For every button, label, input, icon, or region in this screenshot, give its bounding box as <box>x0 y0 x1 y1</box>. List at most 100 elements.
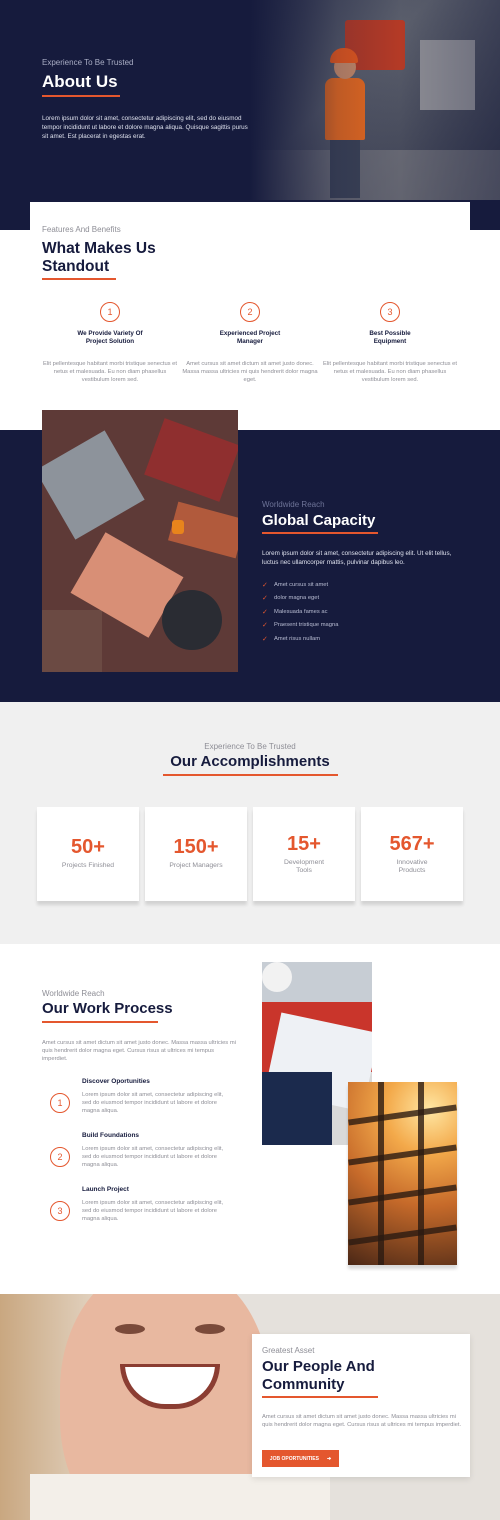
about-text: Lorem ipsum dolor sit amet, consectetur … <box>42 115 248 140</box>
features-title-line1: What Makes Us <box>42 240 156 257</box>
step-title: Build Foundations <box>82 1132 140 1139</box>
step-text: Lorem ipsum dolor sit amet, consectetur … <box>82 1200 224 1223</box>
feature-item: 1 We Provide Variety Of Project Solution… <box>40 302 180 385</box>
stat-value: 15+ <box>287 833 321 855</box>
stat-label-line1: Project Managers <box>169 862 223 869</box>
stat-label-line1: Innovative <box>396 859 428 866</box>
steel-frame-photo <box>348 1082 457 1265</box>
check-icon: ✓ <box>262 581 268 589</box>
stat-card: 15+ Development Tools <box>253 807 355 901</box>
worker-shirt <box>30 1474 330 1520</box>
capacity-title: Global Capacity <box>262 512 376 529</box>
worker-eye <box>195 1324 225 1334</box>
list-item: ✓ Amet cursus sit amet <box>262 578 338 592</box>
list-item-text: Amet risus nullam <box>274 635 321 642</box>
capacity-text: Lorem ipsum dolor sit amet, consectetur … <box>262 550 452 566</box>
stat-label-line2: Products <box>398 867 426 874</box>
stat-label: Development Tools <box>253 859 355 875</box>
feature-title-line2: Equipment <box>373 338 407 345</box>
stat-value: 150+ <box>173 836 219 858</box>
list-item: ✓ Malesuada fames ac <box>262 605 338 619</box>
stat-card: 150+ Project Managers <box>145 807 247 901</box>
list-item-text: Malesuada fames ac <box>274 608 328 615</box>
step-number-badge: 2 <box>50 1147 70 1167</box>
title-underline <box>262 532 378 534</box>
about-eyebrow: Experience To Be Trusted <box>42 58 134 67</box>
construction-worker-photo <box>250 0 500 200</box>
arrow-right-icon: ➔ <box>326 1455 332 1462</box>
check-icon: ✓ <box>262 595 268 603</box>
about-title: About Us <box>42 72 118 91</box>
stat-label: Innovative Products <box>361 859 463 875</box>
process-title: Our Work Process <box>42 1000 173 1017</box>
feature-number-badge: 1 <box>100 302 120 322</box>
list-item-text: Amet cursus sit amet <box>274 581 329 588</box>
stat-label-line1: Projects Finished <box>61 862 115 869</box>
features-title-line2: Standout <box>42 258 110 275</box>
title-underline <box>42 95 120 97</box>
feature-title: Best Possible Equipment <box>320 330 460 346</box>
people-card: Greatest Asset Our People And Community … <box>252 1334 470 1477</box>
people-text: Amet cursus sit amet dictum sit amet jus… <box>262 1414 462 1429</box>
feature-number-badge: 2 <box>240 302 260 322</box>
feature-text: Elit pellentesque habitant morbi tristiq… <box>42 361 178 384</box>
button-label: JOB OPORTUNITIES <box>269 1455 319 1462</box>
feature-title-line1: Best Possible <box>369 330 411 337</box>
step-title: Discover Oportunities <box>82 1078 150 1085</box>
accomplishments-eyebrow: Experience To Be Trusted <box>204 742 296 751</box>
about-hero-section: Experience To Be Trusted About Us Lorem … <box>0 0 500 230</box>
worker-eye <box>115 1324 145 1334</box>
feature-item: 3 Best Possible Equipment Elit pellentes… <box>320 302 460 385</box>
stat-value: 567+ <box>389 833 435 855</box>
feature-title-line1: We Provide Variety Of <box>77 330 143 337</box>
list-item-text: dolor magna eget <box>274 595 320 602</box>
step-text: Lorem ipsum dolor sit amet, consectetur … <box>82 1092 224 1115</box>
feature-text: Amet cursus sit amet dictum sit amet jus… <box>182 361 318 384</box>
accomplishments-section: Experience To Be Trusted Our Accomplishm… <box>0 702 500 944</box>
step-title: Launch Project <box>82 1186 129 1193</box>
features-card: Features And Benefits What Makes Us Stan… <box>30 202 470 430</box>
feature-title: We Provide Variety Of Project Solution <box>40 330 180 346</box>
feature-title: Experienced Project Manager <box>180 330 320 346</box>
people-title-line2: Community <box>262 1376 345 1393</box>
feature-title-line1: Experienced Project <box>219 330 281 337</box>
stat-label: Project Managers <box>145 862 247 870</box>
people-eyebrow: Greatest Asset <box>262 1346 315 1355</box>
list-item: ✓ dolor magna eget <box>262 592 338 606</box>
features-title: What Makes Us Standout <box>42 240 156 276</box>
stat-value: 50+ <box>71 836 105 858</box>
check-icon: ✓ <box>262 622 268 630</box>
feature-number-badge: 3 <box>380 302 400 322</box>
feature-title-line2: Manager <box>237 338 263 345</box>
capacity-eyebrow: Worldwide Reach <box>262 500 325 509</box>
stat-label: Projects Finished <box>37 862 139 870</box>
process-eyebrow: Worldwide Reach <box>42 989 105 998</box>
list-item-text: Praesent tristique magna <box>274 622 339 629</box>
title-underline <box>42 278 116 280</box>
title-underline <box>262 1396 378 1398</box>
capacity-list: ✓ Amet cursus sit amet ✓ dolor magna eget … <box>262 578 338 646</box>
people-title-line1: Our People And <box>262 1358 375 1375</box>
step-number-badge: 3 <box>50 1201 70 1221</box>
list-item: ✓ Praesent tristique magna <box>262 619 338 633</box>
aerial-site-photo <box>42 410 238 672</box>
list-item: ✓ Amet risus nullam <box>262 632 338 646</box>
check-icon: ✓ <box>262 608 268 616</box>
job-opportunities-button[interactable]: JOB OPORTUNITIES ➔ <box>262 1450 339 1467</box>
stat-card: 567+ Innovative Products <box>361 807 463 901</box>
feature-title-line2: Project Solution <box>85 338 135 345</box>
title-underline <box>42 1021 158 1023</box>
people-title: Our People And Community <box>262 1358 375 1394</box>
feature-item: 2 Experienced Project Manager Amet cursu… <box>180 302 320 385</box>
stat-label-line2: Tools <box>296 867 312 874</box>
step-text: Lorem ipsum dolor sit amet, consectetur … <box>82 1146 224 1169</box>
stat-card: 50+ Projects Finished <box>37 807 139 901</box>
accomplishments-title: Our Accomplishments <box>170 753 330 770</box>
features-eyebrow: Features And Benefits <box>42 225 121 234</box>
feature-text: Elit pellentesque habitant morbi tristiq… <box>322 361 458 384</box>
step-number-badge: 1 <box>50 1093 70 1113</box>
process-intro: Amet cursus sit amet dictum sit amet jus… <box>42 1040 236 1063</box>
title-underline <box>163 774 338 776</box>
stat-label-line1: Development <box>283 859 325 866</box>
check-icon: ✓ <box>262 635 268 643</box>
